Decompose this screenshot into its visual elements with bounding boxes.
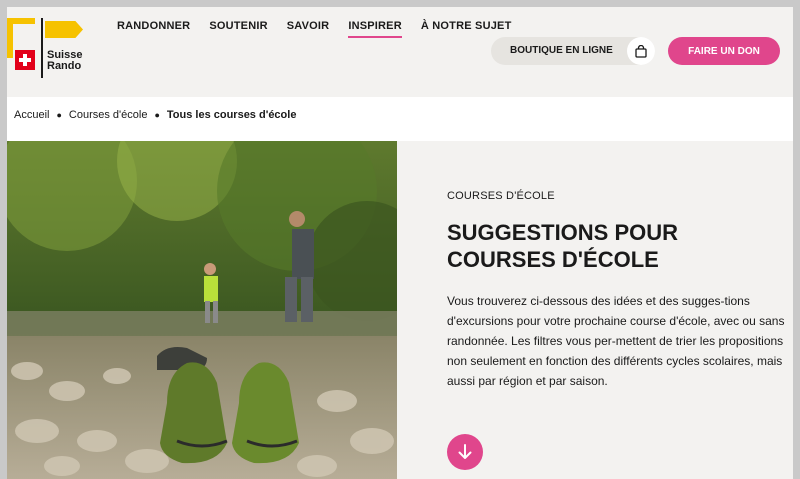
breadcrumb: Accueil ● Courses d'école ● Tous les cou… — [14, 109, 296, 121]
breadcrumb-current: Tous les courses d'école — [166, 109, 297, 121]
hero-panel: COURSES D'ÉCOLE SUGGESTIONS POUR COURSES… — [397, 141, 793, 479]
nav-item-inspirer[interactable]: INSPIRER — [348, 20, 402, 38]
logo-wordmark: Suisse Rando — [47, 50, 91, 72]
logo-signpost-arrow — [45, 21, 83, 38]
breadcrumb-home[interactable]: Accueil — [14, 109, 49, 121]
browser-viewport: Suisse Rando RANDONNER SOUTENIR SAVOIR I… — [7, 7, 793, 479]
page-title: SUGGESTIONS POUR COURSES D'ÉCOLE — [447, 220, 679, 272]
breadcrumb-courses[interactable]: Courses d'école — [69, 109, 148, 121]
hero-photo — [7, 141, 397, 479]
scroll-down-button[interactable] — [447, 434, 483, 470]
shopping-bag-icon[interactable] — [627, 37, 655, 65]
breadcrumb-separator-icon: ● — [56, 110, 62, 120]
logo-yellow-strip — [7, 24, 13, 58]
hero-eyebrow: COURSES D'ÉCOLE — [447, 190, 555, 202]
site-header: Suisse Rando RANDONNER SOUTENIR SAVOIR I… — [7, 7, 793, 97]
breadcrumb-separator-icon: ● — [154, 110, 160, 120]
online-shop-label: BOUTIQUE EN LIGNE — [510, 45, 613, 56]
nav-item-savoir[interactable]: SAVOIR — [287, 20, 330, 38]
swiss-cross-icon — [15, 50, 35, 70]
hero-intro-text: Vous trouverez ci-dessous des idées et d… — [447, 294, 785, 388]
nav-item-randonner[interactable]: RANDONNER — [117, 20, 190, 38]
nav-item-soutenir[interactable]: SOUTENIR — [209, 20, 267, 38]
arrow-down-icon — [458, 444, 472, 459]
nav-item-a-notre-sujet[interactable]: À NOTRE SUJET — [421, 20, 512, 38]
donate-button[interactable]: FAIRE UN DON — [668, 37, 780, 65]
logo-line-2: Rando — [47, 60, 82, 72]
main-nav: RANDONNER SOUTENIR SAVOIR INSPIRER À NOT… — [117, 20, 531, 38]
online-shop-button[interactable]: BOUTIQUE EN LIGNE — [491, 37, 655, 65]
logo-signpost-pole — [41, 18, 43, 78]
suisse-rando-logo[interactable]: Suisse Rando — [7, 18, 87, 78]
